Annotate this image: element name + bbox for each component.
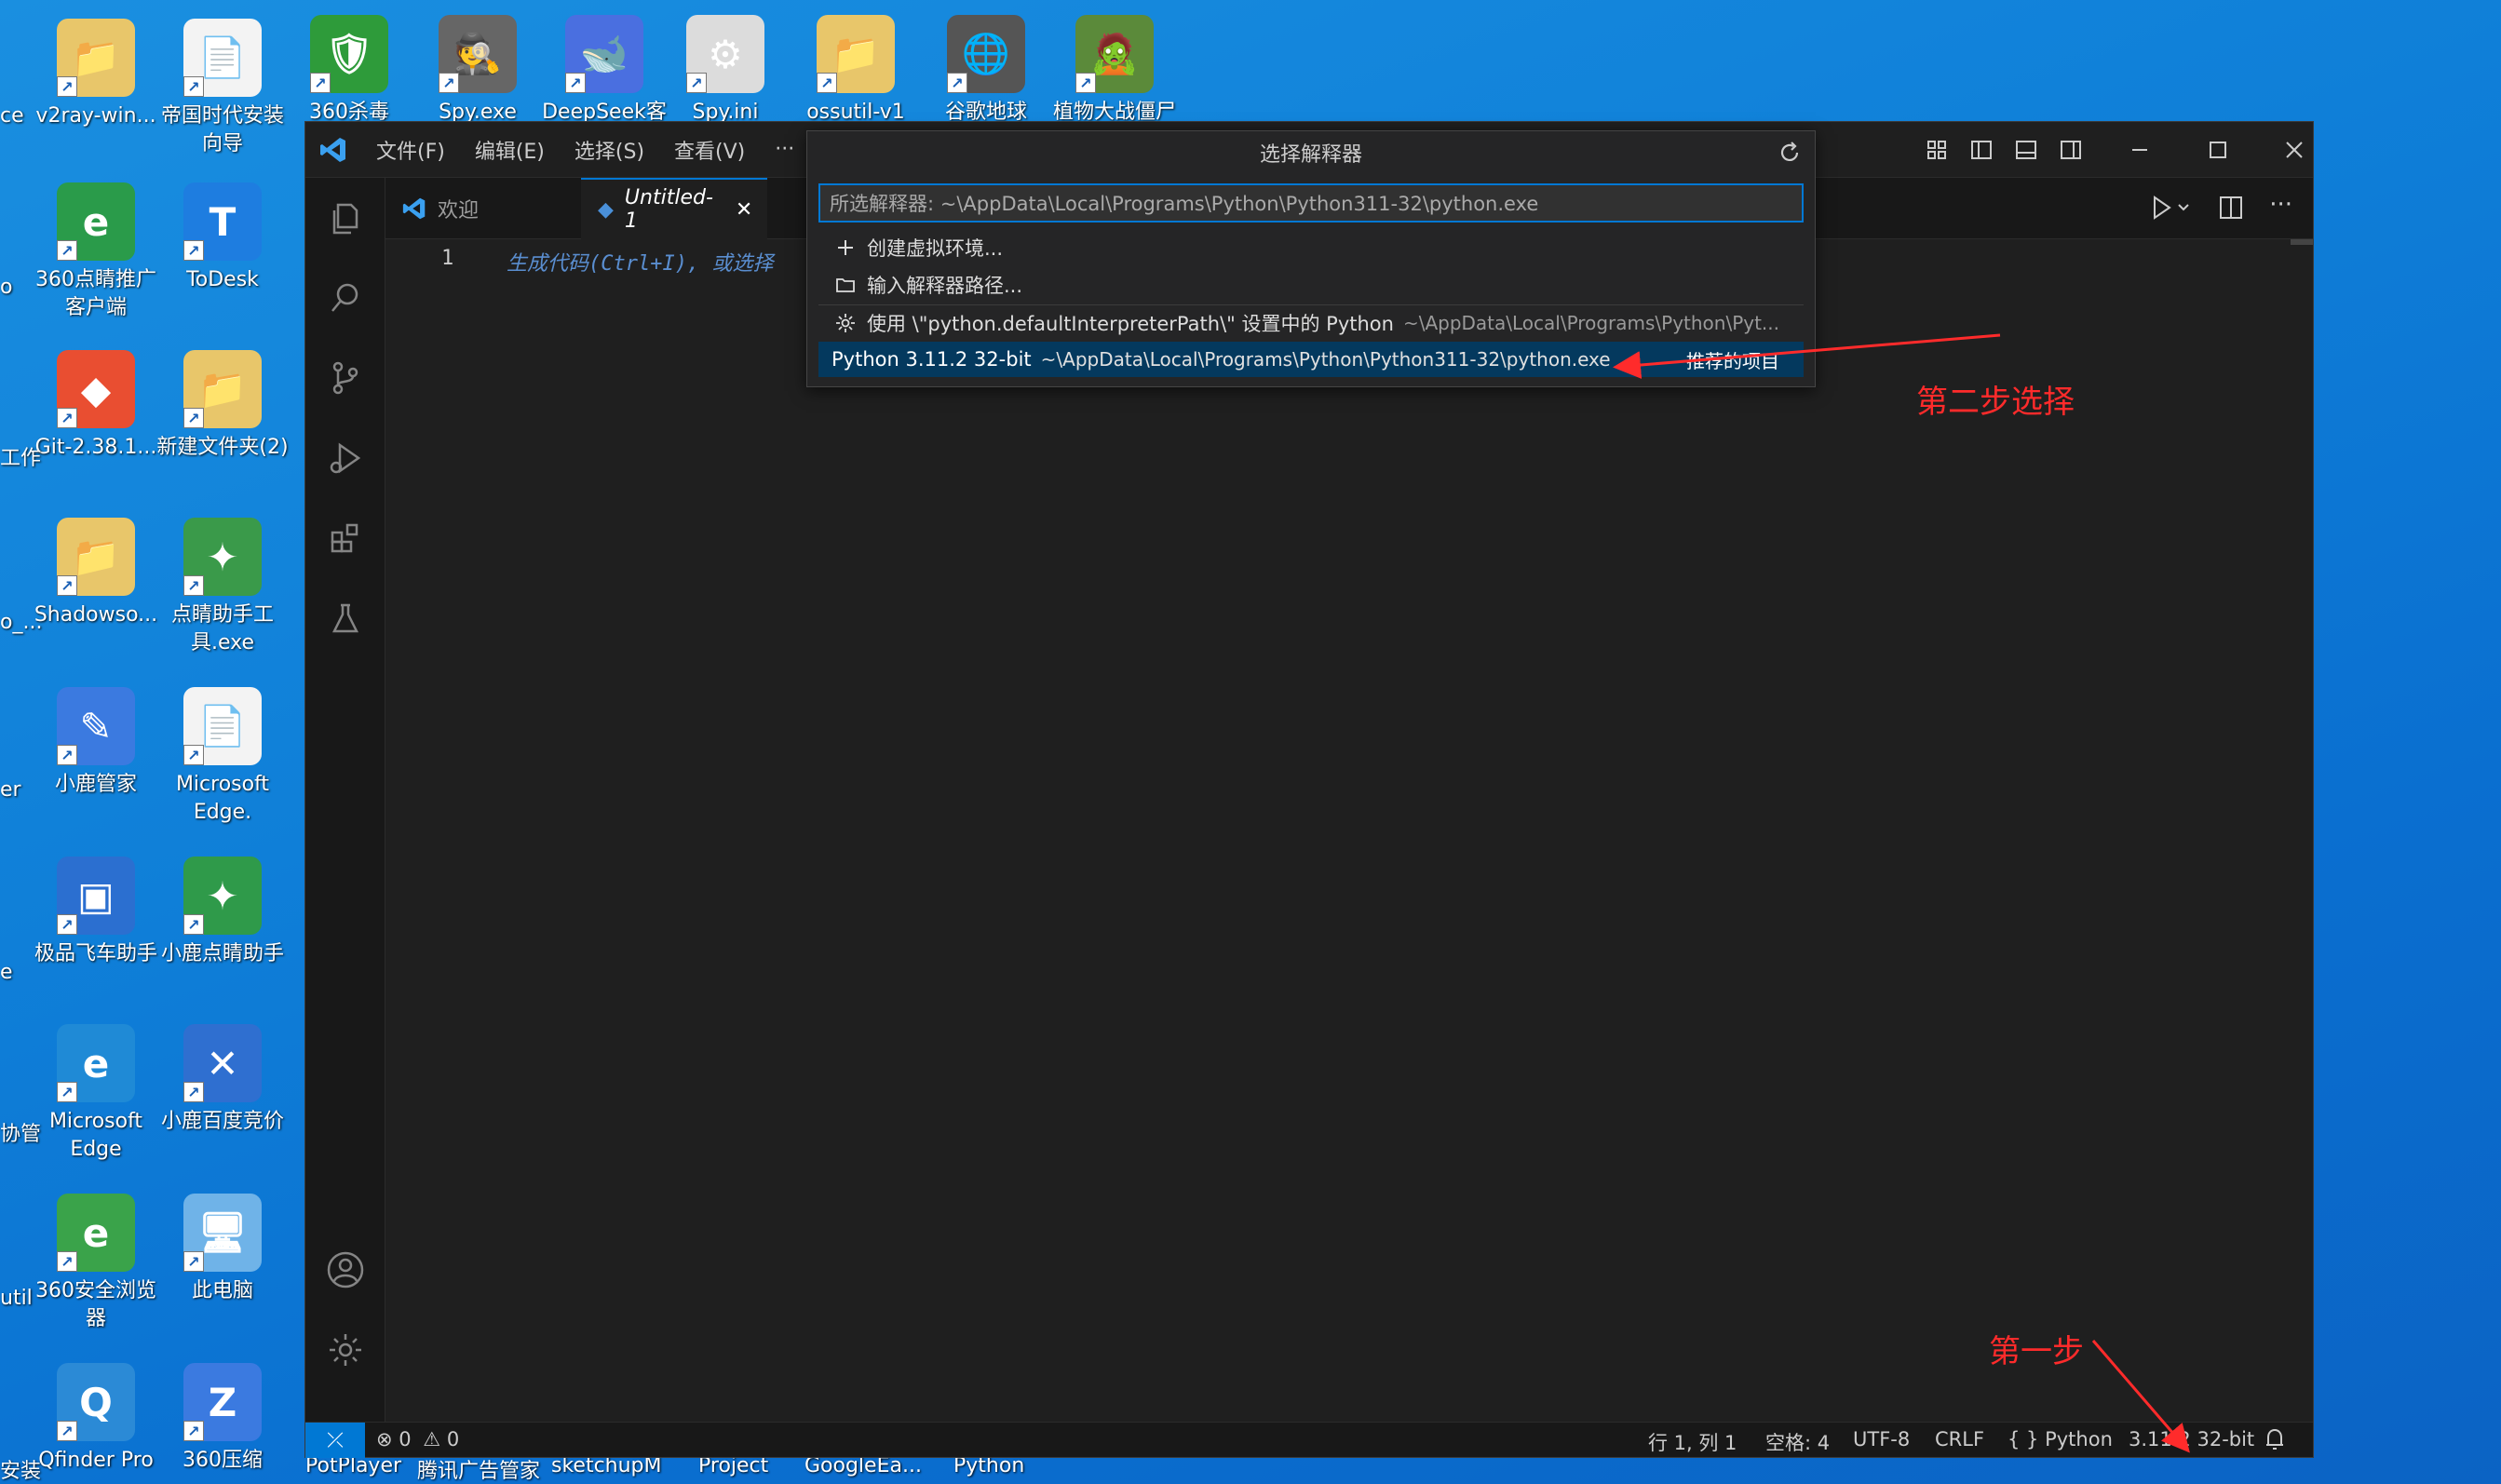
step1-arrow bbox=[2091, 1340, 2190, 1453]
step1-annotation: 第一步 bbox=[1989, 1333, 2084, 1370]
annotation-arrows bbox=[1613, 333, 2190, 1453]
step2-annotation: 第二步选择 bbox=[1916, 384, 2075, 421]
step2-arrow bbox=[1613, 333, 2001, 379]
